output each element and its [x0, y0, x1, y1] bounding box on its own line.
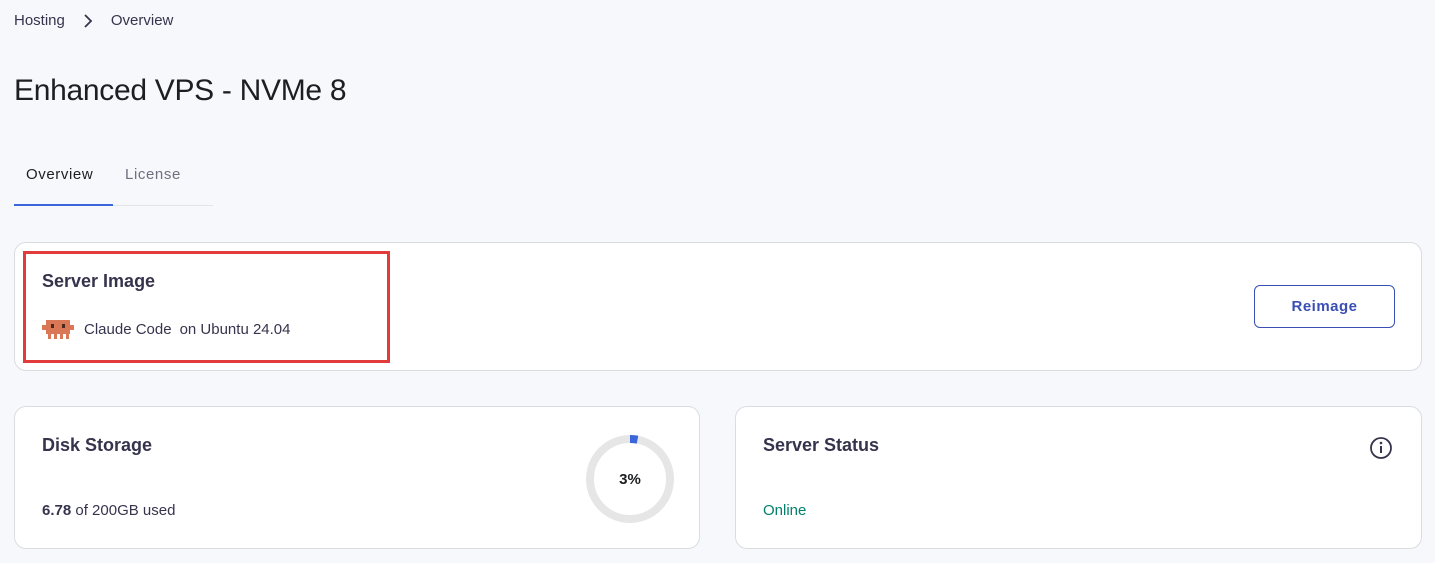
disk-storage-card: Disk Storage 6.78 of 200GB used 3%: [14, 406, 700, 549]
breadcrumb-item-overview: Overview: [110, 12, 174, 29]
tab-overview[interactable]: Overview: [14, 154, 113, 206]
server-status-card: Server Status Online: [735, 406, 1422, 549]
disk-usage-text: 6.78 of 200GB used: [42, 502, 175, 519]
reimage-button[interactable]: Reimage: [1254, 285, 1395, 328]
page: Hosting Overview Enhanced VPS - NVMe 8 O…: [0, 0, 1435, 563]
page-title: Enhanced VPS - NVMe 8: [14, 74, 347, 107]
tab-license[interactable]: License: [113, 154, 193, 206]
breadcrumb-item-hosting[interactable]: Hosting: [14, 12, 65, 29]
highlight-box: [23, 251, 390, 363]
disk-percent-label: 3%: [619, 470, 641, 488]
tab-bar: Overview License: [14, 154, 213, 206]
disk-used-value: 6.78: [42, 502, 72, 519]
server-status-title: Server Status: [763, 435, 880, 455]
server-status-value: Online: [763, 502, 807, 519]
chevron-right-icon: [84, 13, 93, 28]
disk-total-text: of 200GB used: [75, 502, 176, 519]
disk-storage-title: Disk Storage: [42, 435, 153, 455]
info-icon[interactable]: [1369, 436, 1393, 460]
breadcrumb: Hosting Overview: [14, 12, 173, 29]
